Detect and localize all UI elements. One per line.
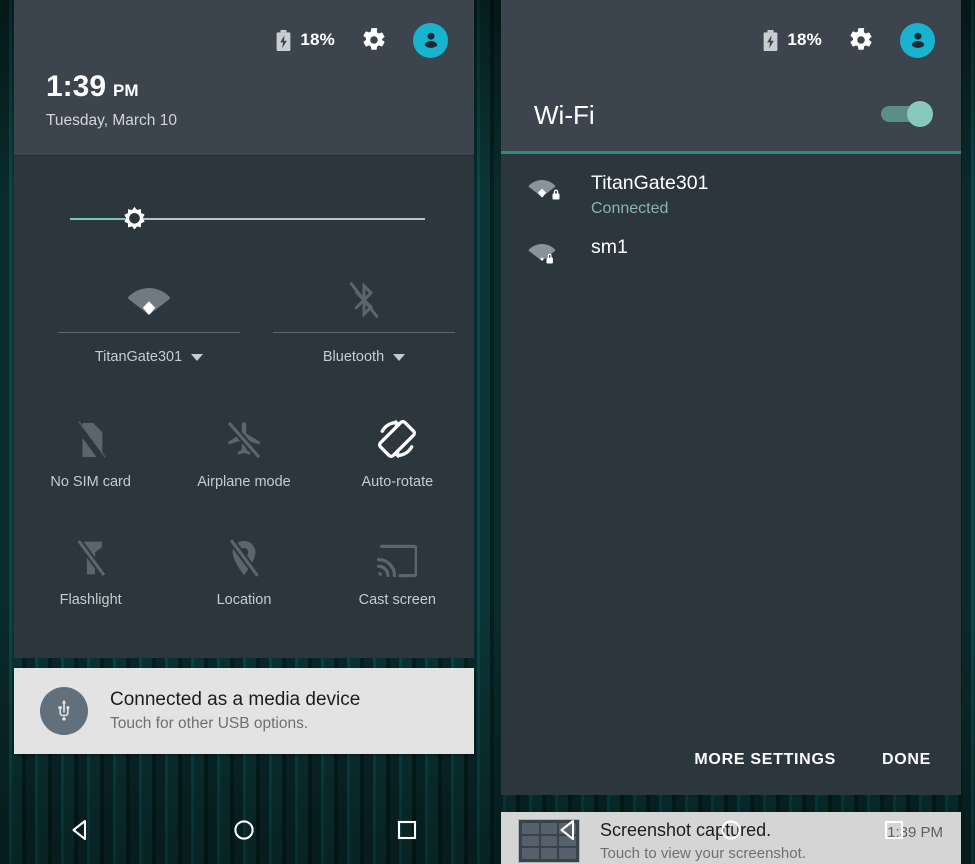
header-divider — [14, 155, 474, 156]
wifi-network-item[interactable]: TitanGate301 Connected — [501, 154, 961, 218]
wifi-icon — [58, 272, 240, 328]
navigation-bar — [488, 795, 975, 864]
clock-ampm: PM — [113, 81, 139, 100]
home-circle-icon[interactable] — [708, 807, 754, 853]
tile-row: No SIM card Airplane mode Auto-rotate — [14, 404, 474, 522]
tile-divider — [58, 332, 240, 333]
tile-auto-rotate[interactable]: Auto-rotate — [321, 404, 474, 522]
quick-settings-tiles: No SIM card Airplane mode Auto-rotate Fl… — [14, 404, 474, 640]
tile-bluetooth-label-row: Bluetooth — [273, 349, 455, 365]
navigation-bar — [0, 795, 488, 864]
dual-tile-row: TitanGate301 Bluetooth — [14, 272, 474, 382]
brightness-thumb-sun-icon[interactable] — [120, 205, 149, 234]
wifi-network-meta: sm1 — [591, 236, 628, 259]
wifi-panel-actions: MORE SETTINGS DONE — [501, 751, 961, 769]
battery-percent-label: 18% — [300, 30, 335, 49]
done-button[interactable]: DONE — [882, 751, 931, 769]
usb-notification-text: Connected as a media device Touch for ot… — [110, 689, 360, 733]
back-triangle-icon[interactable] — [546, 807, 592, 853]
clock-date: Tuesday, March 10 — [46, 112, 177, 129]
location-off-icon — [228, 522, 260, 578]
tile-airplane-mode[interactable]: Airplane mode — [167, 404, 320, 522]
tile-row: Flashlight Location Cast screen — [14, 522, 474, 640]
auto-rotate-icon — [376, 404, 418, 460]
usb-icon — [40, 687, 88, 735]
status-bar: 18% — [276, 0, 474, 80]
quick-settings-header: 18% 1:39 PM Tuesday, March 10 — [14, 0, 474, 156]
gear-icon[interactable] — [361, 27, 387, 53]
usb-notification-subtitle: Touch for other USB options. — [110, 715, 309, 732]
sim-card-off-icon — [73, 404, 108, 460]
tile-wifi-label-row: TitanGate301 — [58, 349, 240, 365]
tile-wifi[interactable]: TitanGate301 — [58, 272, 240, 382]
tile-divider — [273, 332, 455, 333]
home-circle-icon[interactable] — [221, 807, 267, 853]
tile-bluetooth-label: Bluetooth — [322, 349, 385, 365]
usb-notification-title: Connected as a media device — [110, 689, 361, 710]
user-avatar-icon[interactable] — [413, 22, 448, 58]
tile-label: Auto-rotate — [361, 474, 434, 490]
wifi-connection-state: Connected — [591, 200, 669, 217]
tile-label: Cast screen — [358, 592, 436, 608]
toggle-knob — [907, 101, 933, 127]
tile-location[interactable]: Location — [167, 522, 320, 640]
quick-settings-panel: 18% 1:39 PM Tuesday, March 10 TitanGate3… — [14, 0, 474, 658]
bluetooth-disabled-icon — [273, 272, 455, 328]
clock[interactable]: 1:39 PM Tuesday, March 10 — [46, 72, 177, 130]
tile-no-sim-card[interactable]: No SIM card — [14, 404, 167, 522]
recents-square-icon[interactable] — [384, 807, 430, 853]
battery-percent-label: 18% — [787, 30, 822, 49]
gear-icon[interactable] — [848, 27, 874, 53]
wifi-network-meta: TitanGate301 Connected — [591, 172, 708, 218]
chevron-down-icon[interactable] — [393, 353, 406, 361]
battery-status: 18% — [276, 29, 335, 51]
cast-screen-icon — [377, 522, 418, 578]
tile-label: Flashlight — [59, 592, 122, 608]
tile-label: Airplane mode — [197, 474, 291, 490]
wifi-ssid: TitanGate301 — [591, 172, 709, 194]
clock-time: 1:39 — [46, 70, 107, 103]
status-bar: 18% — [763, 0, 961, 80]
page-title: Wi-Fi — [534, 100, 595, 130]
user-avatar-icon[interactable] — [900, 22, 935, 58]
wifi-lock-strong-icon — [527, 176, 565, 208]
flashlight-off-icon — [75, 522, 106, 578]
wifi-detail-panel: 18% Wi-Fi TitanGate301 Connected sm1 MOR… — [501, 0, 961, 795]
more-settings-button[interactable]: MORE SETTINGS — [694, 751, 836, 769]
recents-square-icon[interactable] — [871, 807, 917, 853]
tile-flashlight[interactable]: Flashlight — [14, 522, 167, 640]
wifi-network-item[interactable]: sm1 — [501, 218, 961, 272]
wifi-lock-weak-icon — [527, 240, 565, 272]
battery-charging-icon — [276, 29, 291, 51]
wifi-toggle-switch[interactable] — [881, 101, 933, 127]
usb-notification-card[interactable]: Connected as a media device Touch for ot… — [14, 668, 474, 754]
wifi-network-list: TitanGate301 Connected sm1 — [501, 154, 961, 272]
back-triangle-icon[interactable] — [58, 807, 104, 853]
chevron-down-icon[interactable] — [191, 353, 204, 361]
brightness-slider[interactable] — [58, 206, 430, 232]
wifi-ssid: sm1 — [591, 236, 628, 258]
battery-charging-icon — [763, 29, 778, 51]
airplane-off-icon — [225, 404, 263, 460]
battery-status: 18% — [763, 29, 822, 51]
tile-cast-screen[interactable]: Cast screen — [321, 522, 474, 640]
tile-wifi-label: TitanGate301 — [94, 349, 183, 365]
tile-bluetooth[interactable]: Bluetooth — [273, 272, 455, 382]
tile-label: No SIM card — [50, 474, 131, 490]
wifi-panel-header: 18% Wi-Fi — [501, 0, 961, 154]
tile-label: Location — [216, 592, 272, 608]
